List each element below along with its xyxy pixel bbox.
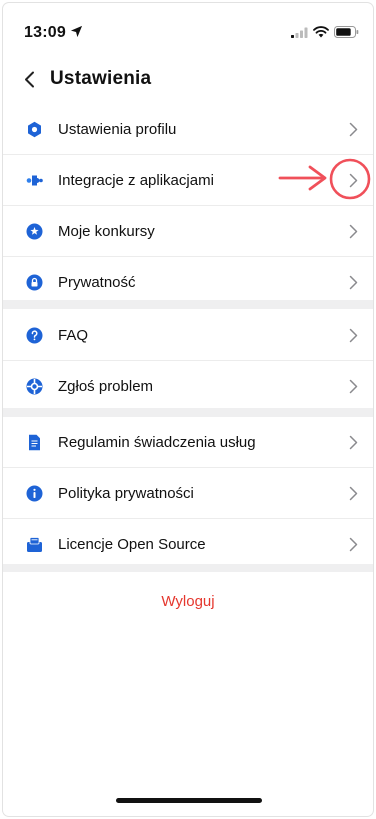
chevron-right-icon: [349, 537, 358, 552]
row-privacy-policy[interactable]: Polityka prywatności: [3, 468, 373, 519]
chevron-right-icon: [349, 275, 358, 290]
chevron-right-icon: [349, 224, 358, 239]
status-time: 13:09: [24, 24, 66, 41]
back-button[interactable]: [17, 65, 41, 93]
location-arrow-icon: [70, 25, 83, 38]
status-icons: [291, 25, 359, 39]
signal-icon: [291, 27, 308, 38]
row-terms-of-service[interactable]: Regulamin świadczenia usług: [3, 417, 373, 468]
row-label: Ustawienia profilu: [58, 120, 177, 138]
battery-icon: [334, 26, 359, 38]
chevron-right-icon: [349, 173, 358, 188]
row-label: Polityka prywatności: [58, 484, 194, 502]
row-label: Regulamin świadczenia usług: [58, 433, 256, 451]
row-label: Integracje z aplikacjami: [58, 171, 214, 189]
row-open-source-licenses[interactable]: Licencje Open Source: [3, 519, 373, 569]
settings-section-account: Ustawienia profilu Integracje z aplikacj…: [3, 104, 373, 307]
settings-section-help: FAQ Zgłoś problem: [3, 310, 373, 411]
nav-bar: Ustawienia: [3, 57, 373, 102]
row-label: Zgłoś problem: [58, 377, 154, 395]
chevron-right-icon: [349, 379, 358, 394]
section-divider: [3, 408, 373, 417]
row-report-problem[interactable]: Zgłoś problem: [3, 361, 373, 411]
status-bar: 13:09: [3, 3, 373, 57]
row-label: Prywatność: [58, 273, 136, 291]
lifebuoy-icon: [26, 378, 43, 395]
chevron-right-icon: [349, 435, 358, 450]
chevron-right-icon: [349, 486, 358, 501]
row-app-integrations[interactable]: Integracje z aplikacjami: [3, 155, 373, 206]
info-icon: [26, 485, 43, 502]
row-my-contests[interactable]: Moje konkursy: [3, 206, 373, 257]
row-faq[interactable]: FAQ: [3, 310, 373, 361]
home-indicator[interactable]: [116, 798, 262, 803]
logout-button[interactable]: Wyloguj: [3, 593, 373, 610]
star-badge-icon: [26, 223, 43, 240]
page-title: Ustawienia: [50, 68, 152, 89]
gear-icon: [26, 121, 43, 138]
chevron-right-icon: [349, 122, 358, 137]
lock-icon: [26, 274, 43, 291]
section-divider: [3, 300, 373, 309]
row-label: Licencje Open Source: [58, 535, 206, 553]
chevron-right-icon: [349, 328, 358, 343]
chevron-left-icon: [24, 71, 34, 87]
settings-section-legal: Regulamin świadczenia usług Polityka pry…: [3, 417, 373, 569]
app-frame: 13:09 Ustawienia Ustawienia profilu Inte…: [3, 3, 373, 816]
puzzle-icon: [26, 172, 43, 189]
row-label: Moje konkursy: [58, 222, 155, 240]
license-icon: [26, 536, 43, 553]
section-divider: [3, 564, 373, 572]
document-icon: [26, 434, 43, 451]
question-icon: [26, 327, 43, 344]
wifi-icon: [313, 26, 329, 38]
row-label: FAQ: [58, 326, 89, 344]
row-profile-settings[interactable]: Ustawienia profilu: [3, 104, 373, 155]
